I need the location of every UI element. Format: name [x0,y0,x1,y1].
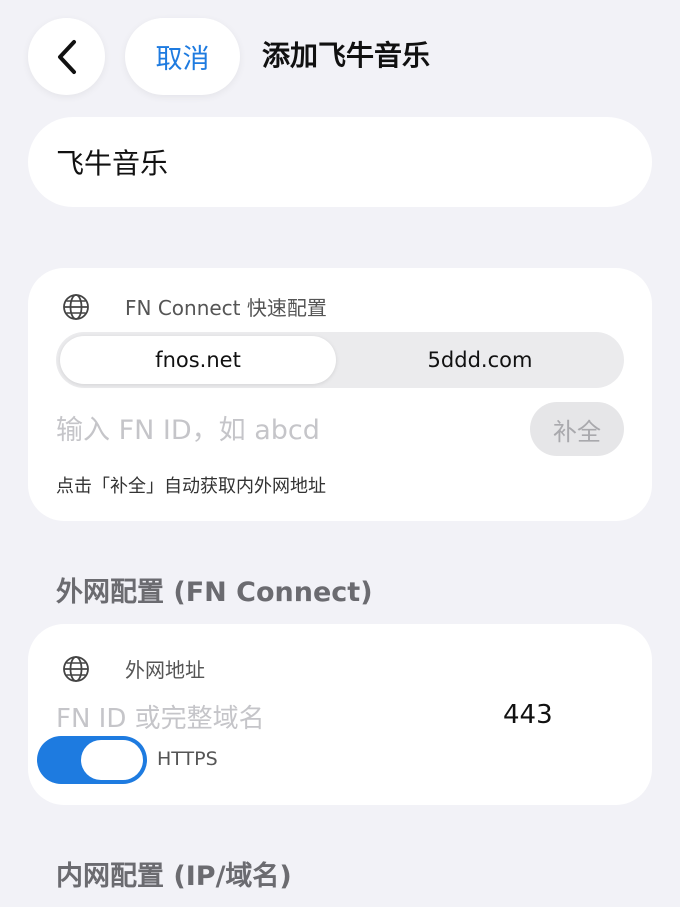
segment-fnos-net[interactable]: fnos.net [60,336,336,384]
name-field-value: 飞牛音乐 [56,147,169,180]
add-music-page: 取消 添加飞牛音乐 飞牛音乐 FN Connect 快速配置 fnos.net … [0,0,680,907]
fn-connect-card: FN Connect 快速配置 fnos.net 5ddd.com 补全 点击「… [28,268,652,521]
chevron-left-icon [57,39,76,74]
domain-segmented-control: fnos.net 5ddd.com [56,332,624,388]
wan-address-input[interactable] [56,698,456,740]
cancel-button-label: 取消 [155,44,210,75]
name-field[interactable]: 飞牛音乐 [28,117,652,207]
globe-icon [63,655,89,682]
fn-id-input[interactable] [56,408,496,452]
wan-header: 外网地址 [62,654,205,683]
back-button[interactable] [28,18,105,95]
page-title: 添加飞牛音乐 [262,39,431,72]
complete-button-label: 补全 [553,417,601,446]
wan-card: 外网地址 443 HTTPS [28,624,652,805]
lan-section-title: 内网配置 (IP/域名) [56,861,292,892]
complete-hint: 点击「补全」自动获取内外网地址 [56,476,326,497]
wan-section-title: 外网配置 (FN Connect) [56,577,373,608]
globe-icon [63,293,89,320]
fn-connect-label: FN Connect 快速配置 [125,296,327,320]
wan-address-label: 外网地址 [125,658,205,682]
cancel-button[interactable]: 取消 [125,18,240,95]
complete-button[interactable]: 补全 [530,402,624,456]
https-label: HTTPS [157,748,218,770]
toggle-knob [81,740,143,780]
https-toggle[interactable] [37,736,147,784]
fn-connect-header: FN Connect 快速配置 [62,292,327,321]
segment-5ddd-com[interactable]: 5ddd.com [340,336,620,384]
port-field[interactable]: 443 [503,700,553,730]
